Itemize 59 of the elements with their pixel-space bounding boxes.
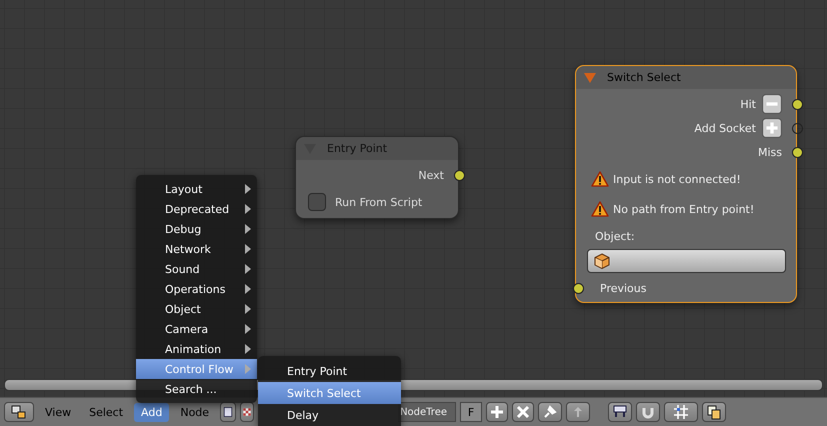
snap-grid-button[interactable] xyxy=(664,402,698,422)
menu-item[interactable]: Delay xyxy=(258,404,401,426)
fake-user-button[interactable]: F xyxy=(460,402,482,422)
checkbox[interactable] xyxy=(308,193,326,211)
object-field[interactable] xyxy=(587,249,786,273)
node-tree-field[interactable]: NodeTree xyxy=(398,402,456,422)
node-background[interactable] xyxy=(295,136,459,219)
menu-item[interactable]: Operations xyxy=(136,279,257,299)
snap-grid-icon xyxy=(673,404,690,420)
menu-button[interactable]: Add xyxy=(134,402,170,422)
plus-button[interactable] xyxy=(762,118,782,138)
menu-item[interactable]: Search ... xyxy=(136,379,257,399)
socket-icon[interactable] xyxy=(792,122,803,134)
node-title: Switch Select xyxy=(607,71,681,84)
close-button[interactable] xyxy=(512,402,534,422)
pin-icon xyxy=(542,404,558,420)
parent-arrow-button[interactable] xyxy=(566,402,590,422)
socket-icon[interactable] xyxy=(454,170,465,180)
menu-button[interactable]: View xyxy=(38,402,78,422)
socket-icon[interactable] xyxy=(792,146,803,158)
output-label: Hit xyxy=(740,98,756,110)
output-label: Next xyxy=(418,168,444,182)
pin-button[interactable] xyxy=(538,402,562,422)
field-label: Object: xyxy=(594,229,636,245)
output-label: Miss xyxy=(758,146,782,158)
plus-button[interactable] xyxy=(486,402,508,422)
copy-button[interactable] xyxy=(702,402,726,422)
node-tree-button[interactable] xyxy=(608,402,632,422)
menu-item[interactable]: Object xyxy=(136,299,257,319)
menu-item[interactable]: Entry Point xyxy=(258,360,401,382)
menu-item[interactable]: Sound xyxy=(136,259,257,279)
menu-button[interactable]: Select xyxy=(82,402,130,422)
checkbox-label: Run From Script xyxy=(335,196,422,208)
output-label: Add Socket xyxy=(694,122,756,134)
material-nodes-icon xyxy=(222,404,234,420)
warning-icon xyxy=(591,201,609,217)
node-title: Entry Point xyxy=(327,142,388,155)
menu-item[interactable]: Layout xyxy=(136,179,257,199)
node-tree-icon xyxy=(612,404,628,420)
warning-message: No path from Entry point! xyxy=(613,202,754,216)
menu-item[interactable]: Deprecated xyxy=(136,199,257,219)
input-label: Previous xyxy=(600,282,646,294)
plus-icon xyxy=(489,404,506,420)
menu-item[interactable]: Network xyxy=(136,239,257,259)
warning-icon xyxy=(591,171,609,187)
menu-item[interactable]: Debug xyxy=(136,219,257,239)
editor-type-button[interactable] xyxy=(4,402,34,422)
socket-icon[interactable] xyxy=(792,98,803,110)
cube-icon xyxy=(594,253,610,269)
material-nodes-button[interactable] xyxy=(220,402,236,422)
menu-item[interactable]: Camera xyxy=(136,319,257,339)
copy-icon xyxy=(706,404,722,420)
close-icon xyxy=(515,404,532,420)
minus-button[interactable] xyxy=(762,94,782,114)
menu-button[interactable]: Node xyxy=(173,402,216,422)
editor-type-icon xyxy=(11,404,27,420)
checker-texture-button[interactable] xyxy=(240,402,254,422)
warning-message: Input is not connected! xyxy=(613,172,741,186)
magnet-button[interactable] xyxy=(636,402,660,422)
